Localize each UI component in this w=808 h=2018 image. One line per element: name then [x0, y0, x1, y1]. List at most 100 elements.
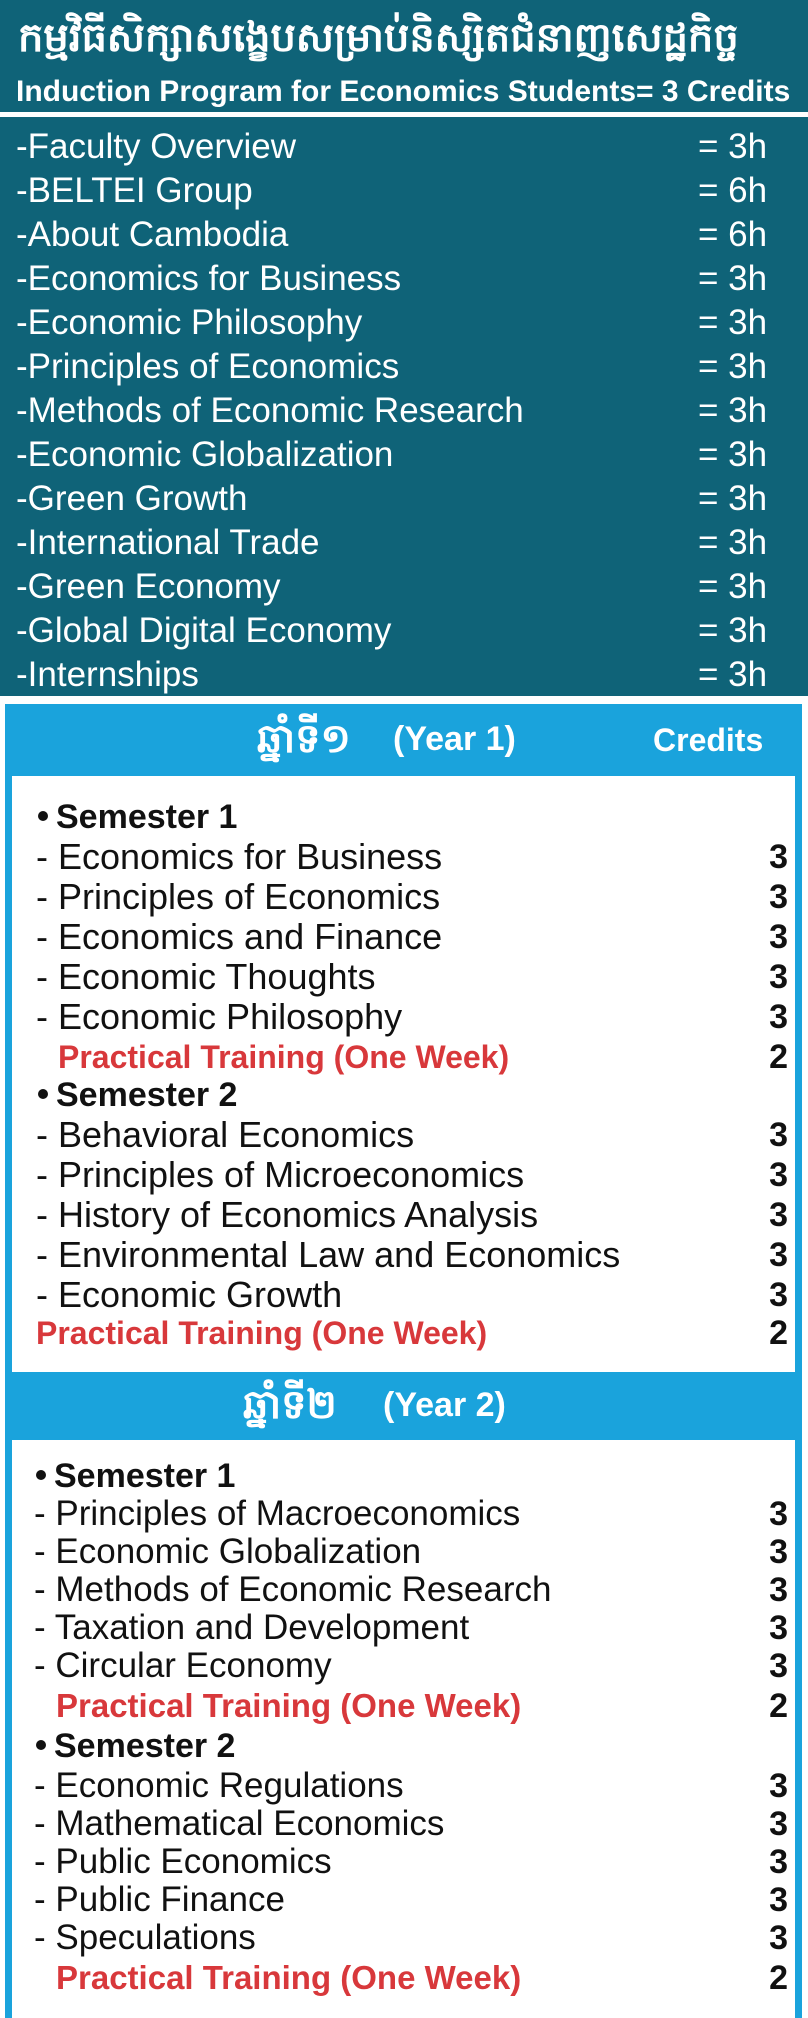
course-name: - Principles of Microeconomics [36, 1154, 525, 1195]
course-credits: 3 [769, 1495, 788, 1533]
semester-label: Semester 2 [56, 1076, 238, 1114]
course-credits: 3 [769, 838, 788, 876]
course-credits: 3 [769, 1116, 788, 1154]
course-name: - Methods of Economic Research [34, 1570, 552, 1609]
induction-item-hours: = 3h [698, 435, 768, 474]
course-credits: 3 [769, 1647, 788, 1685]
semester-heading: Semester 2 [36, 1726, 235, 1766]
semester-label: Semester 1 [54, 1457, 236, 1495]
induction-item: -Internships = 3h [0, 653, 808, 697]
year2-title-english: (Year 2) [383, 1386, 506, 1424]
year1-title-english: (Year 1) [393, 720, 516, 758]
course-credits: 3 [769, 1843, 788, 1881]
course-name: - History of Economics Analysis [36, 1194, 539, 1235]
course-name: - Economics and Finance [36, 916, 443, 957]
course-name: - Economic Thoughts [36, 956, 376, 997]
induction-list: -Faculty Overview = 3h -BELTEI Group = 6h … [0, 118, 808, 696]
course-credits: 3 [769, 918, 788, 956]
induction-item-name: -Internships [16, 655, 199, 694]
course-name: - Mathematical Economics [34, 1804, 445, 1843]
induction-item-name: -About Cambodia [16, 215, 289, 254]
induction-item-hours: = 3h [698, 655, 768, 694]
course-credits: 3 [769, 1533, 788, 1571]
practical-training: Practical Training (One Week) [56, 1959, 522, 1996]
course-name: - Economic Regulations [34, 1766, 404, 1805]
induction-item-name: -Methods of Economic Research [16, 391, 524, 430]
course-credits: 3 [769, 1609, 788, 1647]
course-credits: 3 [769, 958, 788, 996]
course-name: - Economic Philosophy [36, 996, 403, 1037]
practical-credits: 2 [769, 1959, 788, 1997]
induction-item-name: -BELTEI Group [16, 171, 253, 210]
bullet-icon [38, 1089, 48, 1100]
course-name: - Environmental Law and Economics [36, 1234, 621, 1275]
khmer-title: កម្មវិធីសិក្សាសង្ខេបសម្រាប់និស្សិតជំនាញស… [18, 15, 739, 61]
semester-heading: Semester 2 [38, 1075, 237, 1115]
induction-item: -Principles of Economics = 3h [0, 345, 808, 389]
course-name: - Economics for Business [36, 836, 443, 877]
induction-item-hours: = 3h [698, 259, 768, 298]
induction-item-name: -Economic Globalization [16, 435, 394, 474]
induction-item-hours: = 3h [698, 303, 768, 342]
semester-heading: Semester 1 [36, 1456, 235, 1496]
course-name: - Circular Economy [34, 1646, 332, 1685]
course-credits: 3 [769, 878, 788, 916]
induction-item: -Economics for Business = 3h [0, 257, 808, 301]
induction-item-hours: = 3h [698, 479, 768, 518]
course-credits: 3 [769, 998, 788, 1036]
induction-item-name: -Principles of Economics [16, 347, 400, 386]
induction-item-name: -Green Economy [16, 567, 281, 606]
semester-label: Semester 1 [56, 798, 238, 836]
induction-item: -International Trade = 3h [0, 521, 808, 565]
course-name: - Public Economics [34, 1842, 332, 1881]
induction-item-hours: = 3h [698, 523, 768, 562]
year1-heading: ឆ្នាំទី១ (Year 1) Credits [5, 704, 802, 774]
practical-credits: 2 [769, 1314, 788, 1352]
induction-item: -Economic Philosophy = 3h [0, 301, 808, 345]
program-header: កម្មវិធីសិក្សាសង្ខេបសម្រាប់និស្សិតជំនាញស… [0, 0, 808, 118]
induction-item-hours: = 3h [698, 611, 768, 650]
induction-item-hours: = 3h [698, 391, 768, 430]
credits-column-label: Credits [653, 722, 764, 758]
course-name: - Economic Growth [36, 1274, 343, 1315]
induction-item-name: -Economics for Business [16, 259, 402, 298]
induction-item-name: -Global Digital Economy [16, 611, 392, 650]
course-credits: 3 [769, 1236, 788, 1274]
induction-item-hours: = 6h [698, 171, 768, 210]
semester-label: Semester 2 [54, 1727, 236, 1765]
course-name: - Principles of Macroeconomics [34, 1494, 521, 1533]
practical-training: Practical Training (One Week) [36, 1315, 488, 1351]
induction-item-hours: = 3h [698, 127, 768, 166]
course-credits: 3 [769, 1276, 788, 1314]
year1-title-khmer: ឆ្នាំទី១ [257, 716, 351, 762]
course-name: - Speculations [34, 1918, 256, 1957]
induction-item-name: -Faculty Overview [16, 127, 297, 166]
course-credits: 3 [769, 1156, 788, 1194]
practical-training: Practical Training (One Week) [58, 1039, 510, 1075]
course-name: - Economic Globalization [34, 1532, 422, 1571]
course-credits: 3 [769, 1767, 788, 1805]
course-credits: 3 [769, 1919, 788, 1957]
course-credits: 3 [769, 1881, 788, 1919]
induction-item-hours: = 3h [698, 347, 768, 386]
induction-item: -About Cambodia = 6h [0, 213, 808, 257]
year2-title-khmer: ឆ្នាំទី២ [243, 1382, 337, 1428]
induction-item-hours: = 3h [698, 567, 768, 606]
induction-item: -Economic Globalization = 3h [0, 433, 808, 477]
semester-heading: Semester 1 [38, 797, 237, 837]
induction-item: -Faculty Overview = 3h [0, 125, 808, 169]
bullet-icon [36, 1740, 46, 1751]
bullet-icon [38, 811, 48, 822]
bullet-icon [36, 1470, 46, 1481]
induction-item: -Global Digital Economy = 3h [0, 609, 808, 653]
induction-item-hours: = 6h [698, 215, 768, 254]
course-name: - Taxation and Development [34, 1608, 470, 1647]
course-name: - Behavioral Economics [36, 1114, 415, 1155]
induction-item: -Green Growth = 3h [0, 477, 808, 521]
induction-item: -Methods of Economic Research = 3h [0, 389, 808, 433]
induction-item-name: -Green Growth [16, 479, 248, 518]
course-credits: 3 [769, 1571, 788, 1609]
practical-training: Practical Training (One Week) [56, 1687, 522, 1724]
course-name: - Public Finance [34, 1880, 285, 1919]
practical-credits: 2 [769, 1038, 788, 1076]
